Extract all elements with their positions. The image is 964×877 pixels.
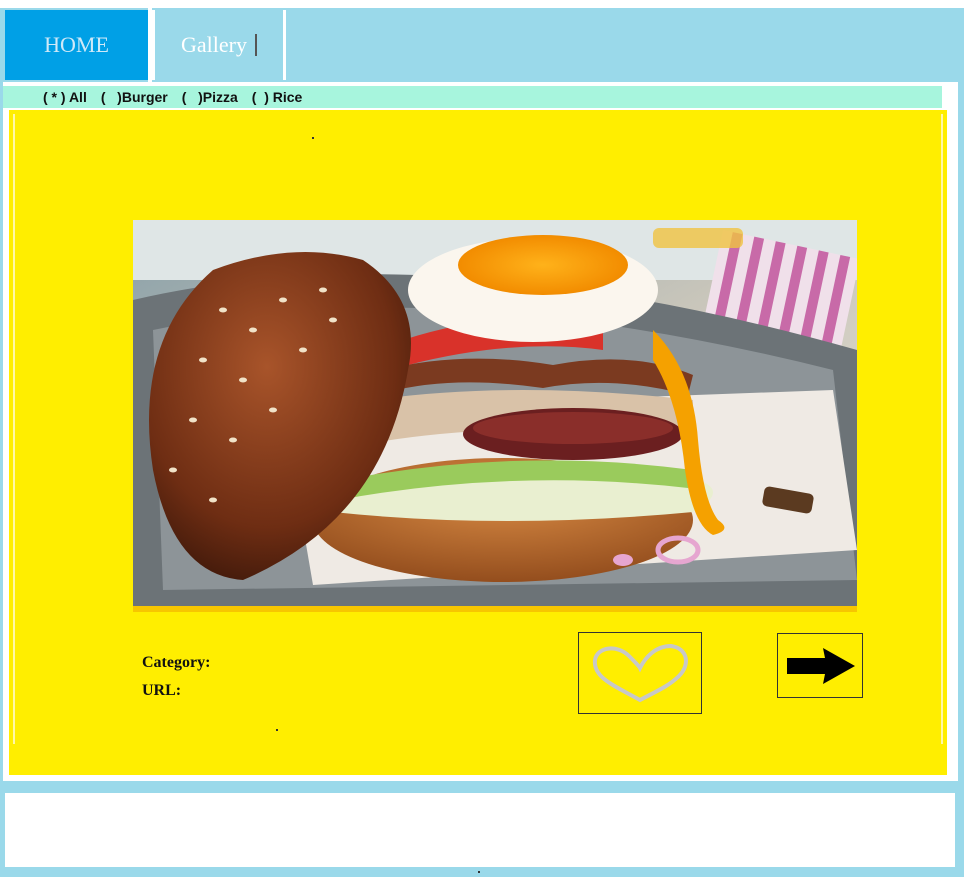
tab-home[interactable]: HOME [5,10,148,80]
radio-marker: ( ) [100,89,122,105]
filter-label: Pizza [202,89,238,105]
right-arrow-icon [787,647,855,684]
tab-gallery-label: Gallery [181,32,247,57]
url-label: URL: [142,682,182,699]
tab-home-label: HOME [44,32,109,57]
burger-photo [133,220,857,612]
category-label: Category: [142,654,211,671]
filter-label: All [68,89,87,105]
radio-marker: ( ) [181,89,203,105]
filter-label: Burger [121,89,168,105]
favorite-button[interactable] [578,632,702,714]
item-info: Category: URL: [142,649,210,705]
filter-option-all[interactable]: ( * ) All [43,89,87,105]
filter-option-burger[interactable]: ( )Burger [101,89,168,105]
tab-gallery[interactable]: Gallery [152,10,286,80]
filter-label: Rice [272,89,303,105]
filter-option-pizza[interactable]: ( )Pizza [182,89,238,105]
footer [5,793,955,867]
top-nav: HOME Gallery [0,0,964,82]
next-button[interactable] [777,633,863,698]
text-cursor [254,34,257,56]
category-filter: ( * ) All ( )Burger ( )Pizza ( ) Rice [3,86,942,108]
radio-marker: ( ) [251,89,269,105]
filter-option-rice[interactable]: ( ) Rice [252,89,303,105]
heart-outline-icon [592,643,688,703]
radio-marker: ( * ) [43,89,66,105]
